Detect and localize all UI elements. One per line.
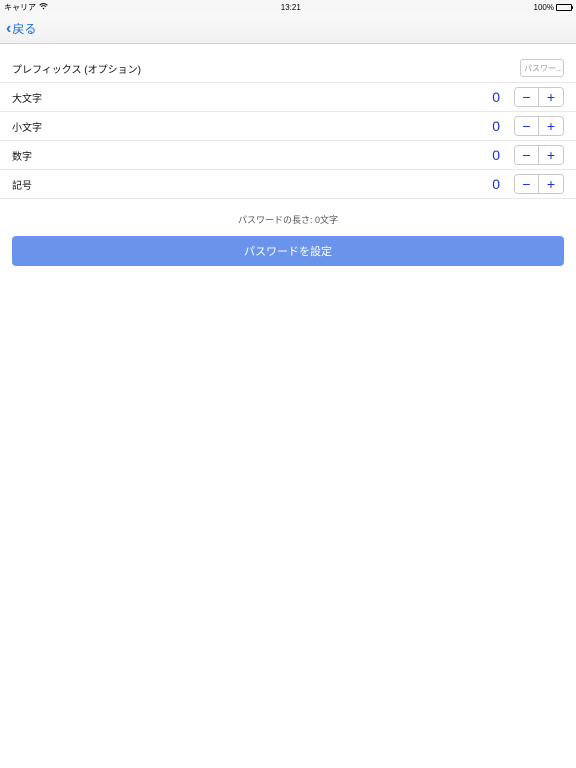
digits-label: 数字 xyxy=(12,148,488,163)
chevron-left-icon: ‹ xyxy=(6,21,11,37)
row-lowercase: 小文字 0 − + xyxy=(0,112,576,141)
uppercase-label: 大文字 xyxy=(12,90,488,105)
status-bar: キャリア 13:21 100% xyxy=(0,0,576,14)
prefix-input[interactable]: パスワー... xyxy=(520,59,564,77)
symbols-stepper: − + xyxy=(514,174,564,194)
uppercase-plus-button[interactable]: + xyxy=(539,88,563,106)
battery-percent: 100% xyxy=(534,3,554,12)
status-right: 100% xyxy=(534,3,572,12)
nav-bar: ‹ 戻る xyxy=(0,14,576,44)
uppercase-minus-button[interactable]: − xyxy=(515,88,539,106)
back-button[interactable]: ‹ 戻る xyxy=(6,20,36,37)
uppercase-value: 0 xyxy=(488,89,500,105)
password-length-text: パスワードの長さ: 0文字 xyxy=(0,199,576,236)
lowercase-plus-button[interactable]: + xyxy=(539,117,563,135)
uppercase-stepper: − + xyxy=(514,87,564,107)
battery-icon xyxy=(556,4,572,11)
lowercase-minus-button[interactable]: − xyxy=(515,117,539,135)
lowercase-stepper: − + xyxy=(514,116,564,136)
carrier-label: キャリア xyxy=(4,2,36,13)
digits-minus-button[interactable]: − xyxy=(515,146,539,164)
set-password-button[interactable]: パスワードを設定 xyxy=(12,236,564,266)
digits-stepper: − + xyxy=(514,145,564,165)
lowercase-label: 小文字 xyxy=(12,119,488,134)
prefix-row: プレフィックス (オプション) パスワー... xyxy=(0,54,576,83)
symbols-value: 0 xyxy=(488,176,500,192)
status-left: キャリア xyxy=(4,2,48,13)
row-uppercase: 大文字 0 − + xyxy=(0,83,576,112)
wifi-icon xyxy=(39,3,48,12)
back-label: 戻る xyxy=(12,20,36,37)
symbols-plus-button[interactable]: + xyxy=(539,175,563,193)
symbols-label: 記号 xyxy=(12,177,488,192)
digits-plus-button[interactable]: + xyxy=(539,146,563,164)
content: プレフィックス (オプション) パスワー... 大文字 0 − + 小文字 0 … xyxy=(0,54,576,266)
symbols-minus-button[interactable]: − xyxy=(515,175,539,193)
row-digits: 数字 0 − + xyxy=(0,141,576,170)
digits-value: 0 xyxy=(488,147,500,163)
status-time: 13:21 xyxy=(281,3,301,12)
prefix-label: プレフィックス (オプション) xyxy=(12,61,520,76)
row-symbols: 記号 0 − + xyxy=(0,170,576,199)
lowercase-value: 0 xyxy=(488,118,500,134)
